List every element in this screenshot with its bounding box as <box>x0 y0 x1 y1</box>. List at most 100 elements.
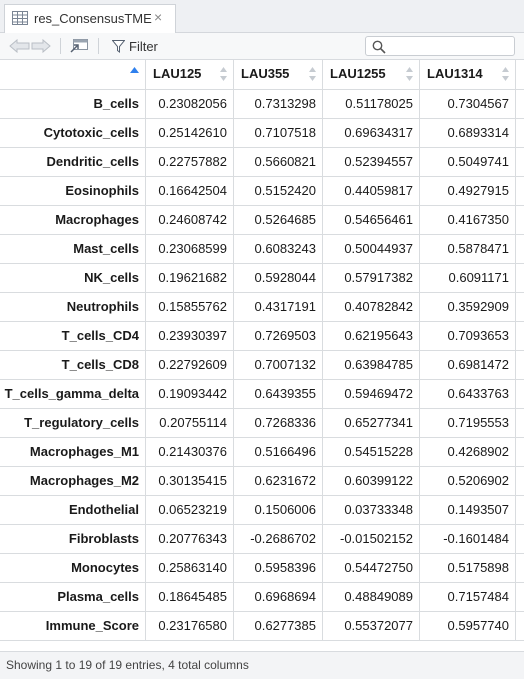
row-name: Fibroblasts <box>0 525 146 553</box>
toolbar-divider <box>98 38 99 54</box>
table-cell: 0.6981472 <box>420 351 516 379</box>
close-icon[interactable]: × <box>154 9 162 25</box>
table-cell: 0.65277341 <box>323 409 420 437</box>
toolbar-divider <box>60 38 61 54</box>
table-cell: 0.22792609 <box>146 351 234 379</box>
filter-button[interactable]: Filter <box>112 37 158 55</box>
table-cell: 0.25142610 <box>146 119 234 147</box>
row-name: Mast_cells <box>0 235 146 263</box>
table-header-row: LAU125 LAU355 LAU1255 LAU1314 <box>0 60 524 90</box>
table-row: Cytotoxic_cells 0.25142610 0.7107518 0.6963… <box>0 119 524 148</box>
table-cell: 0.6893314 <box>420 119 516 147</box>
table-row: T_cells_gamma_delta 0.19093442 0.6439355 0.… <box>0 380 524 409</box>
table-cell: 0.4317191 <box>234 293 323 321</box>
row-names-header[interactable] <box>0 60 146 89</box>
table-cell: 0.7093653 <box>420 322 516 350</box>
table-cell: 0.7304567 <box>420 90 516 118</box>
column-header[interactable]: LAU125 <box>146 60 234 89</box>
row-name: Macrophages_M1 <box>0 438 146 466</box>
table-cell: 0.23176580 <box>146 612 234 640</box>
row-name: T_cells_CD8 <box>0 351 146 379</box>
table-row: NK_cells 0.19621682 0.5928044 0.57917382 0.6… <box>0 264 524 293</box>
table-cell: 0.7007132 <box>234 351 323 379</box>
funnel-icon <box>112 39 125 53</box>
tab-title: res_ConsensusTME <box>34 11 152 26</box>
table-cell: 0.50044937 <box>323 235 420 263</box>
table-cell: 0.06523219 <box>146 496 234 524</box>
table-cell: 0.20776343 <box>146 525 234 553</box>
search-box[interactable] <box>365 36 515 56</box>
column-header[interactable]: LAU1314 <box>420 60 516 89</box>
row-name: T_cells_gamma_delta <box>0 380 146 408</box>
table-cell: 0.5957740 <box>420 612 516 640</box>
row-name: Dendritic_cells <box>0 148 146 176</box>
table-cell: 0.52394557 <box>323 148 420 176</box>
table-cell: 0.6231672 <box>234 467 323 495</box>
sort-icon <box>406 67 413 81</box>
table-cell: 0.4268902 <box>420 438 516 466</box>
table-cell: 0.4167350 <box>420 206 516 234</box>
table-cell: 0.20755114 <box>146 409 234 437</box>
table-row: Fibroblasts 0.20776343 -0.2686702 -0.015021… <box>0 525 524 554</box>
table-cell: 0.54472750 <box>323 554 420 582</box>
table-cell: 0.6433763 <box>420 380 516 408</box>
table-row: Macrophages_M1 0.21430376 0.5166496 0.54515… <box>0 438 524 467</box>
column-header-label: LAU1314 <box>427 66 483 81</box>
table-cell: 0.22757882 <box>146 148 234 176</box>
row-name: NK_cells <box>0 264 146 292</box>
table-cell: 0.55372077 <box>323 612 420 640</box>
row-name: Immune_Score <box>0 612 146 640</box>
back-button[interactable] <box>9 37 31 55</box>
table-cell: 0.1493507 <box>420 496 516 524</box>
table-cell: 0.19093442 <box>146 380 234 408</box>
table-row: Monocytes 0.25863140 0.5958396 0.54472750 0.… <box>0 554 524 583</box>
table-cell: 0.5958396 <box>234 554 323 582</box>
table-cell: 0.5928044 <box>234 264 323 292</box>
search-input[interactable] <box>392 38 510 54</box>
forward-button[interactable] <box>31 37 51 55</box>
table-cell: 0.23068599 <box>146 235 234 263</box>
table-cell: 0.1506006 <box>234 496 323 524</box>
column-header[interactable]: LAU355 <box>234 60 323 89</box>
table-cell: -0.2686702 <box>234 525 323 553</box>
status-bar: Showing 1 to 19 of 19 entries, 4 total c… <box>0 651 524 679</box>
table-cell: 0.5878471 <box>420 235 516 263</box>
table-cell: 0.62195643 <box>323 322 420 350</box>
table-row: T_cells_CD8 0.22792609 0.7007132 0.63984785… <box>0 351 524 380</box>
row-name: Macrophages_M2 <box>0 467 146 495</box>
show-in-window-button[interactable] <box>69 37 89 55</box>
search-icon <box>372 40 386 54</box>
table-cell: 0.44059817 <box>323 177 420 205</box>
column-header[interactable]: LAU1255 <box>323 60 420 89</box>
row-name: Plasma_cells <box>0 583 146 611</box>
table-row: T_regulatory_cells 0.20755114 0.7268336 0.6… <box>0 409 524 438</box>
tab-bar: res_ConsensusTME × <box>0 0 524 33</box>
row-name: T_cells_CD4 <box>0 322 146 350</box>
table-cell: 0.7269503 <box>234 322 323 350</box>
table-row: Mast_cells 0.23068599 0.6083243 0.50044937 0… <box>0 235 524 264</box>
sort-icon <box>309 67 316 81</box>
table-cell: 0.40782842 <box>323 293 420 321</box>
table-cell: 0.57917382 <box>323 264 420 292</box>
sort-ascending-icon <box>130 67 139 73</box>
tab-res-consensustme[interactable]: res_ConsensusTME × <box>4 4 176 33</box>
entries-status: Showing 1 to 19 of 19 entries, 4 total c… <box>6 658 249 672</box>
row-name: B_cells <box>0 90 146 118</box>
table-cell: 0.7107518 <box>234 119 323 147</box>
table-cell: 0.5660821 <box>234 148 323 176</box>
table-cell: 0.25863140 <box>146 554 234 582</box>
table-cell: 0.59469472 <box>323 380 420 408</box>
table-body: B_cells 0.23082056 0.7313298 0.51178025 0.73… <box>0 90 524 641</box>
table-cell: 0.5175898 <box>420 554 516 582</box>
table-cell: 0.6277385 <box>234 612 323 640</box>
table-cell: 0.7313298 <box>234 90 323 118</box>
table-cell: -0.01502152 <box>323 525 420 553</box>
table-cell: 0.24608742 <box>146 206 234 234</box>
table-cell: 0.4927915 <box>420 177 516 205</box>
table-cell: 0.60399122 <box>323 467 420 495</box>
table-cell: 0.30135415 <box>146 467 234 495</box>
popout-window-icon <box>70 39 88 53</box>
row-name: Neutrophils <box>0 293 146 321</box>
table-row: B_cells 0.23082056 0.7313298 0.51178025 0.73… <box>0 90 524 119</box>
table-row: Neutrophils 0.15855762 0.4317191 0.40782842… <box>0 293 524 322</box>
